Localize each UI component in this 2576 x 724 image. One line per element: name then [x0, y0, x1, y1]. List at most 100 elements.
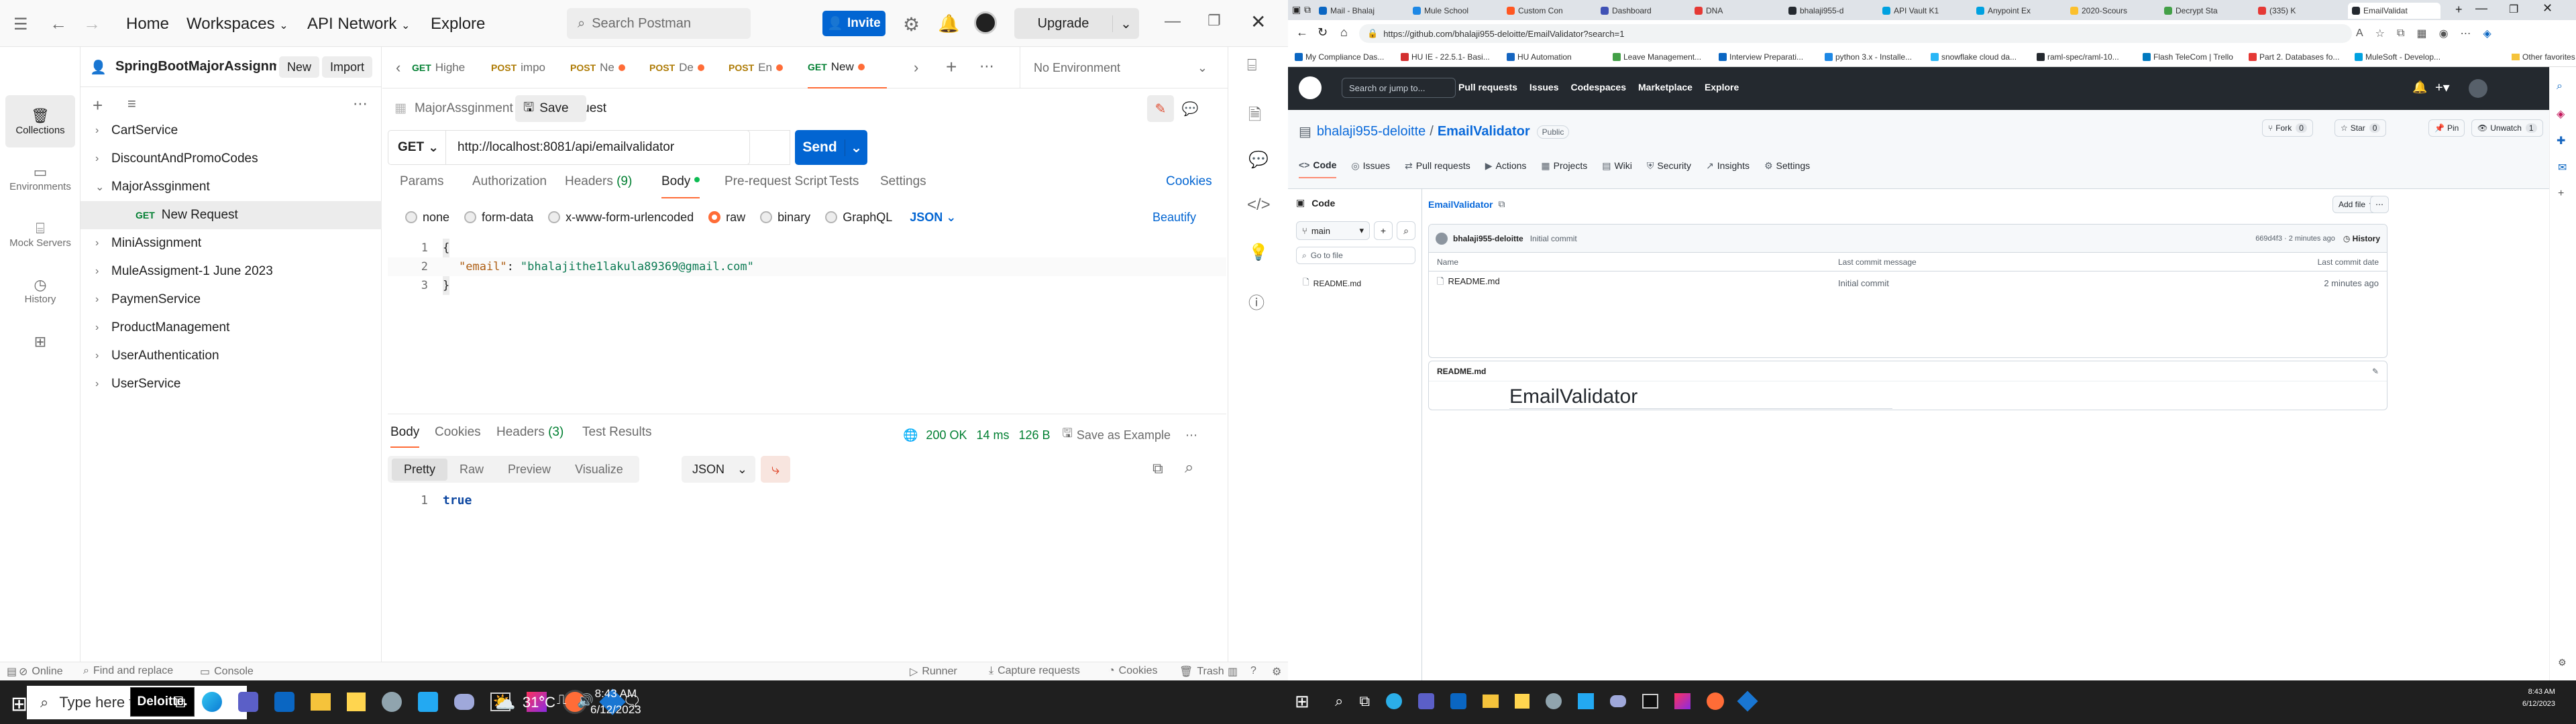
app-icon[interactable] — [1610, 695, 1627, 707]
comments-icon[interactable]: 💬 — [1177, 95, 1203, 122]
resp-tab-headers[interactable]: Headers (3) — [496, 425, 564, 440]
bookmark-item[interactable]: Interview Preparati... — [1719, 52, 1803, 62]
tools-icon[interactable]: ✚ — [2557, 134, 2565, 147]
browser-tab[interactable]: bhalaji955-d — [1784, 3, 1877, 19]
invite-button[interactable]: 👤 Invite — [822, 11, 885, 36]
collections-icon[interactable]: ▦ — [2416, 27, 2426, 40]
edit-pencil-icon[interactable]: ✎ — [2372, 367, 2379, 376]
history-link[interactable]: ◷ History — [2343, 234, 2380, 243]
other-favorites[interactable]: Other favorites — [2512, 52, 2575, 62]
github-search-input[interactable]: Search or jump to... — [1342, 78, 1456, 98]
send-button[interactable]: Send ⌄ — [795, 130, 867, 165]
network-icon[interactable]: ⎍ — [557, 692, 566, 708]
collection-item[interactable]: › MuleAssigment-1 June 2023 — [80, 257, 382, 286]
import-button[interactable]: Import — [322, 56, 373, 78]
chevron-down-icon[interactable]: ⌄ — [95, 180, 111, 194]
browser-tab[interactable]: Custom Con — [1503, 3, 1595, 19]
postman-icon[interactable] — [1707, 692, 1725, 710]
fork-button[interactable]: ⑂ Fork 0 — [2262, 119, 2313, 137]
go-to-file-input[interactable]: ⌕ Go to file — [1296, 247, 1415, 264]
comments-icon[interactable]: 💬 — [1248, 150, 1269, 170]
paint-icon[interactable] — [381, 692, 402, 712]
save-example-button[interactable]: Save as Example — [1077, 428, 1171, 442]
workspace-name[interactable]: SpringBootMajorAssignment(May... — [115, 59, 276, 74]
layout-icon[interactable]: ▥ — [1228, 665, 1238, 678]
collection-item[interactable]: › DiscountAndPromoCodes — [80, 145, 382, 173]
api-icon[interactable]: ⌸ — [1247, 56, 1256, 75]
chevron-right-icon[interactable]: › — [95, 294, 111, 306]
environment-selector[interactable]: No Environment ⌄ — [1020, 47, 1221, 88]
bookmark-item[interactable]: python 3.x - Installe... — [1825, 52, 1912, 62]
repo-tab[interactable]: ▶ Actions — [1485, 160, 1527, 178]
settings-gear-icon[interactable]: ⚙ — [903, 13, 920, 36]
collection-item[interactable]: › CartService — [80, 117, 382, 145]
request-tab[interactable]: POST Ne — [570, 47, 649, 88]
copy-icon[interactable]: ⧉ — [1152, 460, 1163, 477]
close-icon[interactable]: ✕ — [2542, 1, 2553, 15]
search-icon[interactable]: ⌕ — [1335, 692, 1343, 710]
notifications-bell-icon[interactable]: 🔔 — [2412, 80, 2427, 95]
browser-tab[interactable]: Mail - Bhalaj — [1315, 3, 1407, 19]
task-view-icon[interactable]: ⧉ — [173, 691, 186, 713]
find-replace[interactable]: ⌕ Find and replace — [83, 665, 173, 677]
browser-tab[interactable]: EmailValidat — [2348, 3, 2440, 19]
chevron-right-icon[interactable]: › — [95, 237, 111, 249]
bookmark-item[interactable]: Flash TeleCom | Trello — [2143, 52, 2233, 62]
method-select[interactable]: GET ⌄ — [388, 131, 446, 164]
repo-tab[interactable]: ⇄ Pull requests — [1405, 160, 1470, 178]
info-icon[interactable]: ⓘ — [1248, 290, 1265, 313]
documentation-icon[interactable]: 🗎 — [1248, 103, 1261, 131]
browser-tab[interactable]: Decrypt Sta — [2160, 3, 2253, 19]
trash[interactable]: 🗑 Trash — [1179, 665, 1224, 678]
response-body[interactable]: 1 true — [388, 493, 472, 507]
rail-configure[interactable]: ⊞ — [5, 322, 75, 362]
chevron-right-icon[interactable]: › — [95, 378, 111, 390]
windows-start-icon[interactable]: ⊞ — [11, 692, 28, 716]
bookmark-item[interactable]: raml-spec/raml-10... — [2037, 52, 2119, 62]
chevron-right-icon[interactable]: › — [95, 153, 111, 165]
browser-tab[interactable]: API Vault K1 — [1878, 3, 1971, 19]
repo-tab[interactable]: ⚙ Settings — [1764, 160, 1810, 178]
file-commit-msg[interactable]: Initial commit — [1838, 278, 1889, 288]
tab-params[interactable]: Params — [400, 174, 443, 189]
resp-tab-tests[interactable]: Test Results — [582, 425, 651, 440]
favorites-star-icon[interactable]: ☆ — [2375, 27, 2385, 40]
create-new-icon[interactable]: +▾ — [2435, 79, 2450, 96]
tab-body[interactable]: Body — [661, 174, 700, 198]
branch-selector[interactable]: ⑂ main ▾ — [1296, 221, 1370, 240]
window-menu-icon[interactable]: ▣ — [1292, 4, 1301, 15]
github-nav-item[interactable]: Codespaces — [1571, 82, 1626, 93]
resp-tab-body[interactable]: Body — [390, 425, 420, 448]
home-icon[interactable]: ⌂ — [1340, 25, 1348, 40]
tabs-scroll-right-icon[interactable]: › — [914, 59, 918, 76]
cookies-link[interactable]: Cookies — [1166, 174, 1212, 189]
edge-icon[interactable] — [1386, 693, 1403, 709]
chevron-right-icon[interactable]: › — [95, 350, 111, 362]
more-options-icon[interactable]: ⋯ — [353, 95, 368, 113]
path-repo-link[interactable]: EmailValidator — [1428, 199, 1493, 210]
sticky-notes-icon[interactable] — [346, 692, 366, 711]
collection-item[interactable]: › PaymenService — [80, 286, 382, 314]
chevron-right-icon[interactable]: › — [95, 322, 111, 334]
response-format-select[interactable]: JSON ⌄ — [682, 456, 755, 483]
tray-chevron-icon[interactable]: ⌃ — [537, 694, 547, 708]
breadcrumb-parent[interactable]: MajorAssginment — [415, 101, 513, 116]
rail-environments[interactable]: ▭ Environments — [5, 152, 75, 204]
rail-mock-servers[interactable]: ⌸ Mock Servers — [5, 208, 75, 260]
table-row[interactable]: 🗋 README.md Initial commit 2 minutes ago — [1429, 272, 2387, 294]
edit-mode-icon[interactable]: ✎ — [1147, 95, 1174, 122]
windows-start-icon[interactable]: ⊞ — [1295, 691, 1309, 712]
refresh-icon[interactable]: ↻ — [1318, 25, 1328, 40]
collection-item[interactable]: › ProductManagement — [80, 314, 382, 342]
repo-tab[interactable]: ▤ Wiki — [1602, 160, 1632, 178]
pin-button[interactable]: 📌 Pin — [2428, 119, 2465, 137]
minimize-icon[interactable]: — — [1165, 12, 1181, 31]
browser-tab[interactable]: (335) K — [2254, 3, 2347, 19]
collection-item[interactable]: › UserAuthentication — [80, 342, 382, 370]
bookmark-item[interactable]: MuleSoft - Develop... — [2355, 52, 2440, 62]
avatar[interactable] — [2469, 79, 2487, 98]
runner[interactable]: ▷ Runner — [910, 665, 957, 678]
bookmark-item[interactable]: HU Automation — [1507, 52, 1572, 62]
forward-icon[interactable]: → — [83, 13, 101, 34]
url-input[interactable]: http://localhost:8081/api/emailvalidator — [447, 130, 790, 165]
